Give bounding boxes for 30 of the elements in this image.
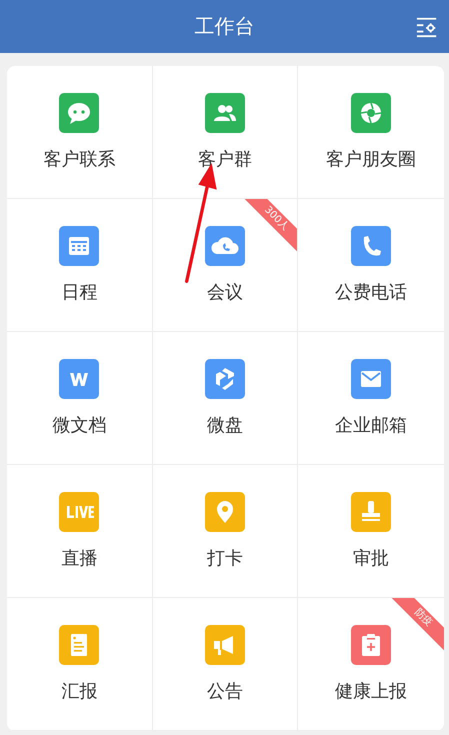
app-label: 审批 [353,547,390,570]
app-label: 健康上报 [335,680,408,703]
app-label: 客户朋友圈 [326,148,416,171]
app-tile[interactable]: 日程 [7,199,153,332]
app-tile[interactable]: 客户朋友圈 [298,66,444,199]
app-label: 客户联系 [43,148,116,171]
app-label: 企业邮箱 [335,414,408,437]
app-label: 日程 [61,281,98,304]
app-tile[interactable]: 企业邮箱 [298,332,444,465]
app-tile[interactable]: 客户联系 [7,66,153,199]
app-tile[interactable]: 微盘 [152,332,298,465]
app-tile[interactable]: 公告 [152,598,298,731]
app-label: 会议 [206,281,243,304]
app-label: 公告 [206,680,243,703]
app-label: 直播 [61,547,98,570]
app-label: 微盘 [206,414,243,437]
app-tile[interactable]: 直播 [7,465,153,598]
app-label: 汇报 [61,680,98,703]
app-tile[interactable]: 健康上报 防疫 [298,598,444,731]
app-label: 公费电话 [335,281,408,304]
app-tile[interactable]: 公费电话 [298,199,444,332]
page-title: 工作台 [194,13,254,40]
settings-menu-icon[interactable] [416,16,438,38]
app-label: 微文档 [52,414,106,437]
app-tile[interactable]: 微文档 [7,332,153,465]
app-label: 打卡 [206,547,243,570]
app-tile[interactable]: 打卡 [152,465,298,598]
app-label: 客户群 [198,148,252,171]
app-tile[interactable]: 汇报 [7,598,153,731]
app-tile[interactable]: 审批 [298,465,444,598]
